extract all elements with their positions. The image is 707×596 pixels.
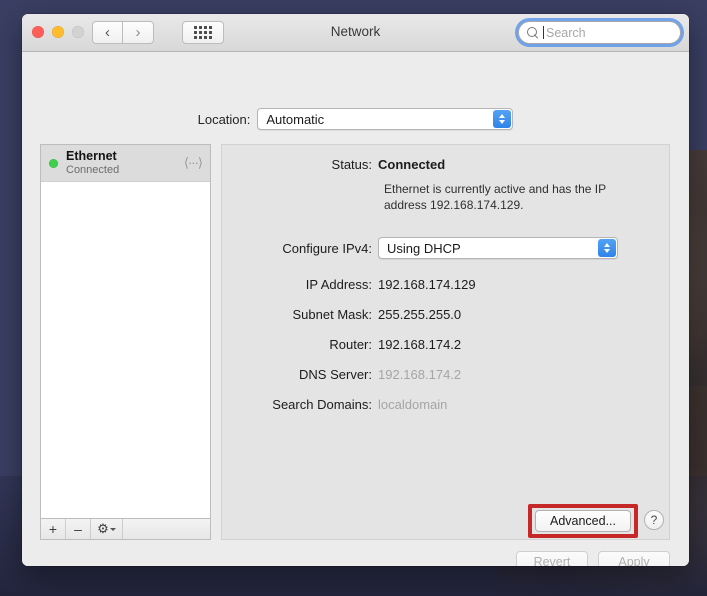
subnet-mask-label: Subnet Mask: xyxy=(292,307,373,322)
search-domains-value: localdomain xyxy=(378,397,448,412)
service-name: Ethernet xyxy=(66,149,117,164)
search-icon xyxy=(527,26,539,39)
configure-ipv4-row: Configure IPv4: Using DHCP xyxy=(222,237,618,259)
location-row: Location: Automatic xyxy=(22,108,689,130)
search-domains-row: Search Domains: localdomain xyxy=(222,397,447,412)
subnet-mask-value: 255.255.255.0 xyxy=(378,307,462,322)
text-caret xyxy=(543,26,544,39)
router-label: Router: xyxy=(329,337,372,352)
router-value: 192.168.174.2 xyxy=(378,337,462,352)
subnet-mask-row: Subnet Mask: 255.255.255.0 xyxy=(222,307,462,322)
window-titlebar: ‹ › Network xyxy=(22,14,689,52)
ip-address-value: 192.168.174.129 xyxy=(378,277,476,292)
status-row: Status: Connected xyxy=(222,157,446,172)
network-preferences-window: ‹ › Network Location: Automatic xyxy=(22,14,689,566)
service-text: Ethernet Connected xyxy=(66,149,184,176)
ip-address-label: IP Address: xyxy=(305,277,372,292)
search-field[interactable] xyxy=(518,21,681,44)
apply-button[interactable]: Apply xyxy=(598,551,670,566)
add-service-button[interactable]: + xyxy=(41,519,66,539)
chevron-down-icon xyxy=(109,527,116,531)
dns-server-value: 192.168.174.2 xyxy=(378,367,462,382)
location-dropdown[interactable]: Automatic xyxy=(257,108,514,130)
ethernet-interface-icon: ⟨···⟩ xyxy=(183,155,203,170)
location-label: Location: xyxy=(197,111,251,127)
services-toolbar: + – ⚙ xyxy=(40,518,211,540)
status-label: Status: xyxy=(331,157,372,172)
configure-ipv4-selected-value: Using DHCP xyxy=(387,240,461,256)
search-input[interactable] xyxy=(546,25,666,40)
footer-buttons: Revert Apply xyxy=(516,551,670,566)
revert-button[interactable]: Revert xyxy=(516,551,588,566)
location-selected-value: Automatic xyxy=(266,111,325,127)
remove-service-button[interactable]: – xyxy=(66,519,91,539)
status-indicator-icon xyxy=(49,158,58,168)
dns-server-row: DNS Server: 192.168.174.2 xyxy=(222,367,461,382)
configure-ipv4-dropdown[interactable]: Using DHCP xyxy=(378,237,618,259)
status-value: Connected xyxy=(378,157,446,172)
chevron-updown-icon xyxy=(493,110,512,128)
window-content: Location: Automatic Ethernet Connected ⟨… xyxy=(22,52,689,566)
chevron-updown-icon xyxy=(598,239,616,257)
ip-address-row: IP Address: 192.168.174.129 xyxy=(222,277,476,292)
service-detail-panel: Status: Connected Ethernet is currently … xyxy=(221,144,670,540)
advanced-button[interactable]: Advanced... xyxy=(535,510,631,532)
search-domains-label: Search Domains: xyxy=(272,397,372,412)
service-status: Connected xyxy=(66,163,120,176)
router-row: Router: 192.168.174.2 xyxy=(222,337,461,352)
network-services-list[interactable]: Ethernet Connected ⟨···⟩ xyxy=(40,144,211,518)
actions-gear-button[interactable]: ⚙ xyxy=(91,519,123,539)
list-item-ethernet[interactable]: Ethernet Connected ⟨···⟩ xyxy=(41,145,210,182)
gear-icon: ⚙ xyxy=(97,521,109,536)
status-description: Ethernet is currently active and has the… xyxy=(384,182,606,213)
dns-server-label: DNS Server: xyxy=(299,367,372,382)
configure-ipv4-label: Configure IPv4: xyxy=(282,240,372,256)
help-button[interactable]: ? xyxy=(644,510,664,530)
